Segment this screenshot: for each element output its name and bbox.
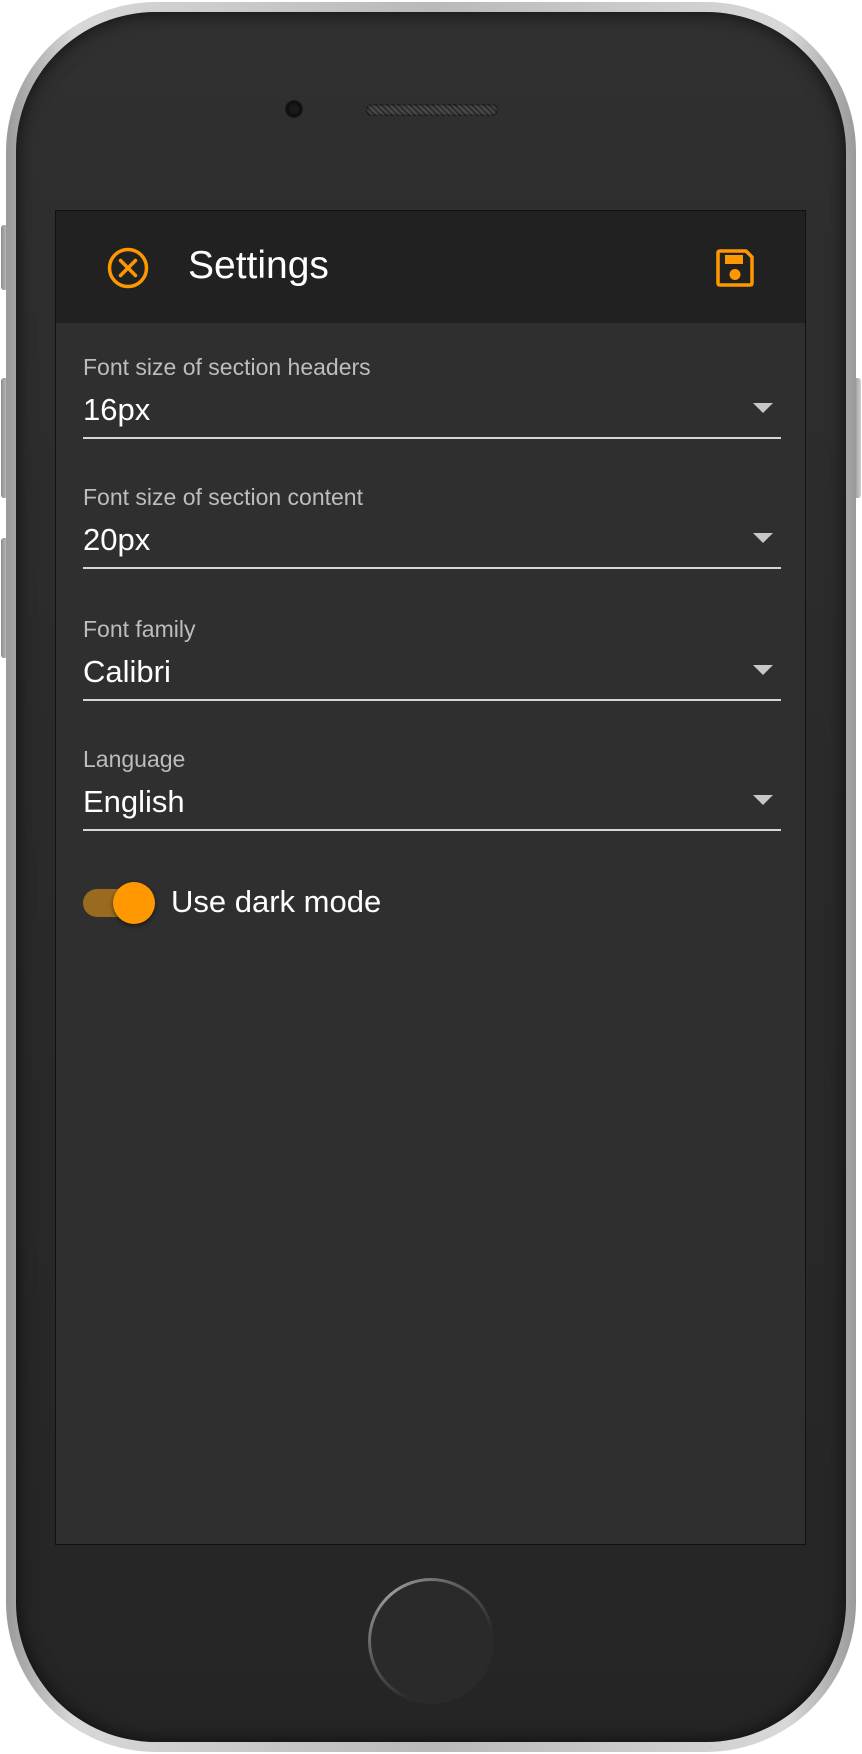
dropdown-arrow-icon — [753, 403, 773, 413]
dark-mode-toggle[interactable] — [83, 880, 155, 924]
page-title: Settings — [188, 244, 329, 287]
content-font-size-select[interactable]: 20px — [83, 513, 781, 569]
front-camera — [285, 100, 303, 118]
settings-screen: Settings Font size of section headers 16… — [55, 210, 806, 1545]
close-circle-icon — [107, 247, 149, 289]
field-label: Font family — [83, 616, 196, 642]
app-bar: Settings — [56, 211, 805, 323]
selected-value: English — [83, 784, 185, 819]
field-label: Font size of section headers — [83, 354, 371, 380]
language-select[interactable]: English — [83, 775, 781, 831]
dropdown-arrow-icon — [753, 533, 773, 543]
home-button[interactable] — [368, 1578, 494, 1704]
field-label: Language — [83, 746, 186, 772]
selected-value: Calibri — [83, 654, 171, 689]
selected-value: 16px — [83, 392, 151, 427]
dark-mode-row: Use dark mode — [83, 877, 683, 927]
close-button[interactable] — [106, 246, 150, 290]
language-field: Language English — [83, 715, 781, 831]
font-family-field: Font family Calibri — [83, 585, 781, 701]
font-family-select[interactable]: Calibri — [83, 645, 781, 701]
field-label: Font size of section content — [83, 484, 363, 510]
dropdown-arrow-icon — [753, 665, 773, 675]
header-font-size-field: Font size of section headers 16px — [83, 323, 781, 439]
header-font-size-select[interactable]: 16px — [83, 383, 781, 439]
dropdown-arrow-icon — [753, 795, 773, 805]
floppy-disk-icon — [716, 249, 754, 287]
dark-mode-label: Use dark mode — [171, 884, 382, 919]
save-button[interactable] — [714, 247, 756, 289]
toggle-thumb — [113, 882, 155, 924]
content-font-size-field: Font size of section content 20px — [83, 453, 781, 569]
selected-value: 20px — [83, 522, 151, 557]
phone-mockup: Settings Font size of section headers 16… — [0, 0, 862, 1754]
earpiece-speaker — [366, 104, 498, 116]
